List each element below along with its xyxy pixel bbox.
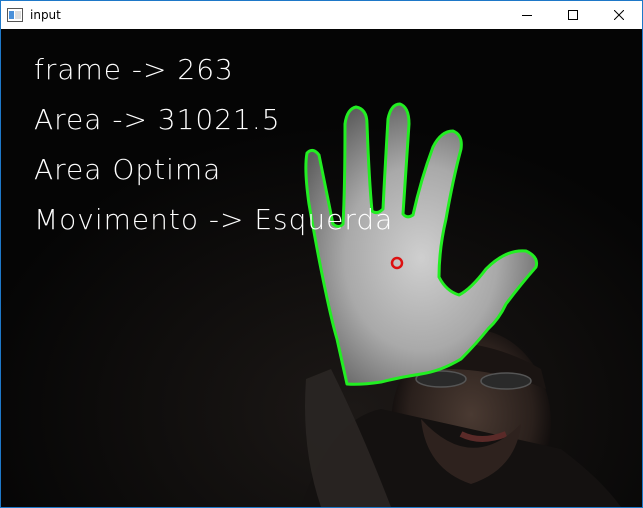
close-icon: [614, 10, 624, 20]
app-window: input frame -> 263 Area -> 31021.5 Area …: [0, 0, 643, 508]
close-button[interactable]: [596, 1, 642, 29]
movement-direction-text: Movimento -> Esquerda: [34, 203, 394, 236]
maximize-icon: [568, 10, 578, 20]
camera-scene: [1, 29, 642, 507]
frame-counter-text: frame -> 263: [34, 53, 234, 86]
minimize-button[interactable]: [504, 1, 550, 29]
area-status-text: Area Optima: [34, 153, 222, 186]
window-title: input: [30, 8, 61, 22]
glasses-right-lens: [480, 372, 532, 390]
area-value-text: Area -> 31021.5: [34, 103, 281, 136]
maximize-button[interactable]: [550, 1, 596, 29]
minimize-icon: [522, 10, 532, 20]
title-bar[interactable]: input: [1, 1, 642, 29]
window-controls: [504, 1, 642, 29]
window-app-icon: [7, 7, 23, 23]
camera-feed: frame -> 263 Area -> 31021.5 Area Optima…: [1, 29, 642, 507]
